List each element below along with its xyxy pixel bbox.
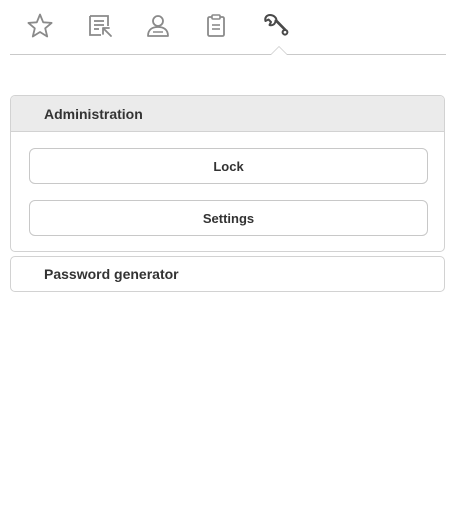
administration-panel: Administration Lock Settings <box>10 95 445 252</box>
settings-button-label: Settings <box>202 210 255 226</box>
tab-favorites[interactable] <box>22 8 58 44</box>
lock-button-label: Lock <box>213 158 244 174</box>
tab-tools[interactable] <box>258 8 294 44</box>
toolbar-divider <box>10 54 446 55</box>
settings-button[interactable]: Settings <box>29 200 428 236</box>
lock-button[interactable]: Lock <box>29 148 428 184</box>
administration-header[interactable]: Administration <box>11 96 444 132</box>
administration-title: Administration <box>44 105 143 122</box>
tab-notes[interactable] <box>198 8 234 44</box>
password-generator-panel[interactable]: Password generator <box>10 256 445 292</box>
user-icon <box>147 15 169 37</box>
toolbar <box>0 0 455 56</box>
tab-entries[interactable] <box>82 8 118 44</box>
wrench-icon <box>264 14 289 36</box>
password-generator-title: Password generator <box>44 266 179 282</box>
clipboard-icon <box>207 14 225 37</box>
list-icon <box>89 15 112 37</box>
tab-identities[interactable] <box>140 8 176 44</box>
star-icon <box>27 13 53 38</box>
